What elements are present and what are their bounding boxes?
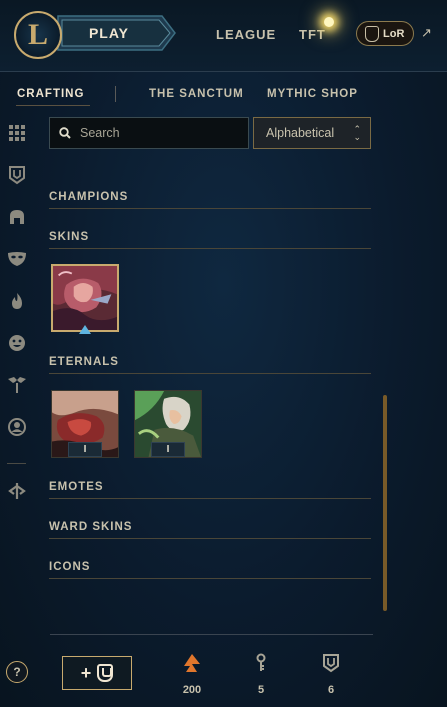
section-icons[interactable]: ICONS bbox=[49, 561, 371, 579]
summoner-icon-icon[interactable] bbox=[7, 417, 27, 437]
sub-navigation: CRAFTING THE SANCTUM MYTHIC SHOP bbox=[0, 72, 447, 112]
sort-dropdown[interactable]: Alphabetical ⌃ ⌄ bbox=[253, 117, 371, 149]
skin-mask-icon[interactable] bbox=[7, 249, 27, 269]
section-divider bbox=[49, 208, 371, 209]
currency-value: 5 bbox=[257, 684, 265, 696]
section-divider bbox=[49, 248, 371, 249]
skin-tile[interactable] bbox=[51, 264, 119, 332]
nav-tft[interactable]: TFT bbox=[299, 27, 326, 42]
tab-crafting[interactable]: CRAFTING bbox=[17, 88, 84, 100]
section-divider bbox=[49, 498, 371, 499]
section-title-eternals: ETERNALS bbox=[49, 356, 119, 368]
grid-icon[interactable] bbox=[7, 123, 27, 143]
external-arrow-icon[interactable]: ↗ bbox=[421, 25, 432, 41]
tab-divider bbox=[115, 86, 116, 102]
section-title-icons: ICONS bbox=[49, 561, 91, 573]
section-title-champions: CHAMPIONS bbox=[49, 191, 129, 203]
section-skins[interactable]: SKINS bbox=[49, 231, 371, 249]
tab-mythic-shop[interactable]: MYTHIC SHOP bbox=[267, 88, 358, 100]
key-fragment-icon bbox=[241, 652, 281, 674]
eternal-tile[interactable]: I bbox=[134, 390, 202, 458]
lor-label: LoR bbox=[383, 27, 405, 40]
league-logo-icon: L bbox=[27, 18, 48, 51]
help-button[interactable]: ? bbox=[6, 661, 28, 683]
champion-helmet-icon[interactable] bbox=[7, 207, 27, 227]
add-plus-label: + bbox=[80, 662, 92, 683]
currency-key-fragments: 5 bbox=[241, 652, 281, 696]
skin-artwork bbox=[53, 266, 117, 330]
chest-icon bbox=[311, 652, 351, 674]
active-tab-underline bbox=[16, 105, 90, 106]
section-divider bbox=[49, 373, 371, 374]
eternal-tile[interactable]: I bbox=[51, 390, 119, 458]
orange-essence-icon bbox=[172, 652, 212, 674]
currency-value: 6 bbox=[327, 684, 335, 696]
league-logo[interactable]: L bbox=[14, 11, 62, 59]
rail-divider bbox=[7, 463, 26, 464]
lor-button[interactable]: LoR bbox=[356, 21, 414, 46]
lor-card-icon bbox=[365, 25, 379, 42]
emote-face-icon[interactable] bbox=[7, 333, 27, 353]
loot-shield-icon bbox=[97, 664, 114, 682]
section-champions[interactable]: CHAMPIONS bbox=[49, 191, 371, 209]
section-eternals[interactable]: ETERNALS bbox=[49, 356, 371, 374]
currency-orange-essence: 200 bbox=[172, 652, 212, 696]
section-title-emotes: EMOTES bbox=[49, 481, 104, 493]
section-title-ward-skins: WARD SKINS bbox=[49, 521, 133, 533]
section-emotes[interactable]: EMOTES bbox=[49, 481, 371, 499]
tab-the-sanctum[interactable]: THE SANCTUM bbox=[149, 88, 244, 100]
footer-divider bbox=[50, 634, 373, 635]
loot-shield-icon[interactable] bbox=[7, 165, 27, 185]
currency-value: 200 bbox=[182, 684, 202, 696]
section-divider bbox=[49, 578, 371, 579]
currency-chests: 6 bbox=[311, 652, 351, 696]
play-button[interactable]: PLAY bbox=[56, 14, 176, 52]
tft-icon[interactable] bbox=[7, 481, 27, 501]
selected-marker-icon bbox=[79, 325, 91, 334]
eternal-series-badge: I bbox=[68, 442, 102, 457]
eternal-series-badge: I bbox=[151, 442, 185, 457]
top-bar: PLAY L LEAGUE TFT LoR ↗ bbox=[0, 0, 447, 72]
scrollbar-thumb[interactable] bbox=[383, 395, 387, 611]
eternals-icon[interactable] bbox=[7, 375, 27, 395]
play-label: PLAY bbox=[88, 25, 130, 41]
section-ward-skins[interactable]: WARD SKINS bbox=[49, 521, 371, 539]
nav-league[interactable]: LEAGUE bbox=[216, 27, 276, 42]
search-input[interactable] bbox=[80, 126, 240, 140]
search-icon bbox=[59, 127, 71, 139]
sort-arrows-icon: ⌃ ⌄ bbox=[353, 124, 361, 142]
section-divider bbox=[49, 538, 371, 539]
sort-selected-value: Alphabetical bbox=[266, 126, 335, 140]
craft-add-button[interactable]: + bbox=[62, 656, 132, 690]
notification-glow-icon bbox=[324, 17, 334, 27]
ward-flame-icon[interactable] bbox=[7, 291, 27, 311]
section-title-skins: SKINS bbox=[49, 231, 90, 243]
search-box[interactable] bbox=[49, 117, 249, 149]
